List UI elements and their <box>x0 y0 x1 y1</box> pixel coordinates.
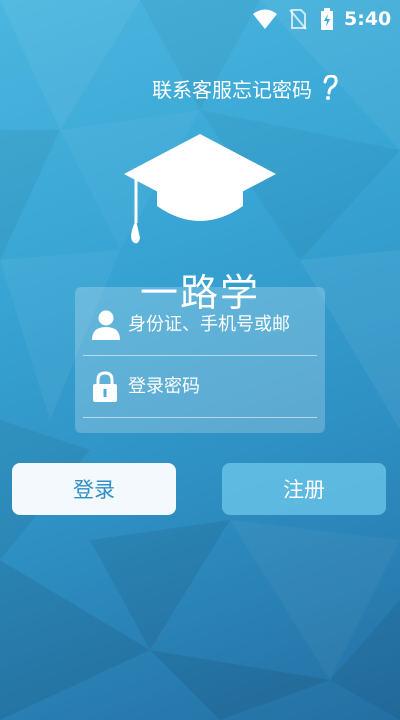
question-mark-icon[interactable] <box>322 75 338 101</box>
password-field <box>83 357 318 418</box>
contact-support-link[interactable]: 联系客服 <box>152 74 232 103</box>
forgot-password-link[interactable]: 忘记密码 <box>232 74 312 103</box>
top-links: 联系客服 忘记密码 <box>152 74 338 102</box>
wifi-icon <box>253 9 277 29</box>
user-icon <box>92 310 120 340</box>
password-input[interactable] <box>128 371 318 401</box>
account-input[interactable] <box>128 309 318 339</box>
graduation-cap-icon <box>124 134 276 244</box>
status-time: 5:40 <box>344 8 392 30</box>
status-bar: 5:40 <box>0 0 400 38</box>
battery-charging-icon <box>321 8 333 30</box>
login-form <box>75 287 325 433</box>
account-field <box>83 295 318 356</box>
register-button[interactable]: 注册 <box>222 463 386 515</box>
login-button[interactable]: 登录 <box>12 463 176 515</box>
no-sim-icon <box>289 9 307 30</box>
lock-icon <box>93 371 117 402</box>
